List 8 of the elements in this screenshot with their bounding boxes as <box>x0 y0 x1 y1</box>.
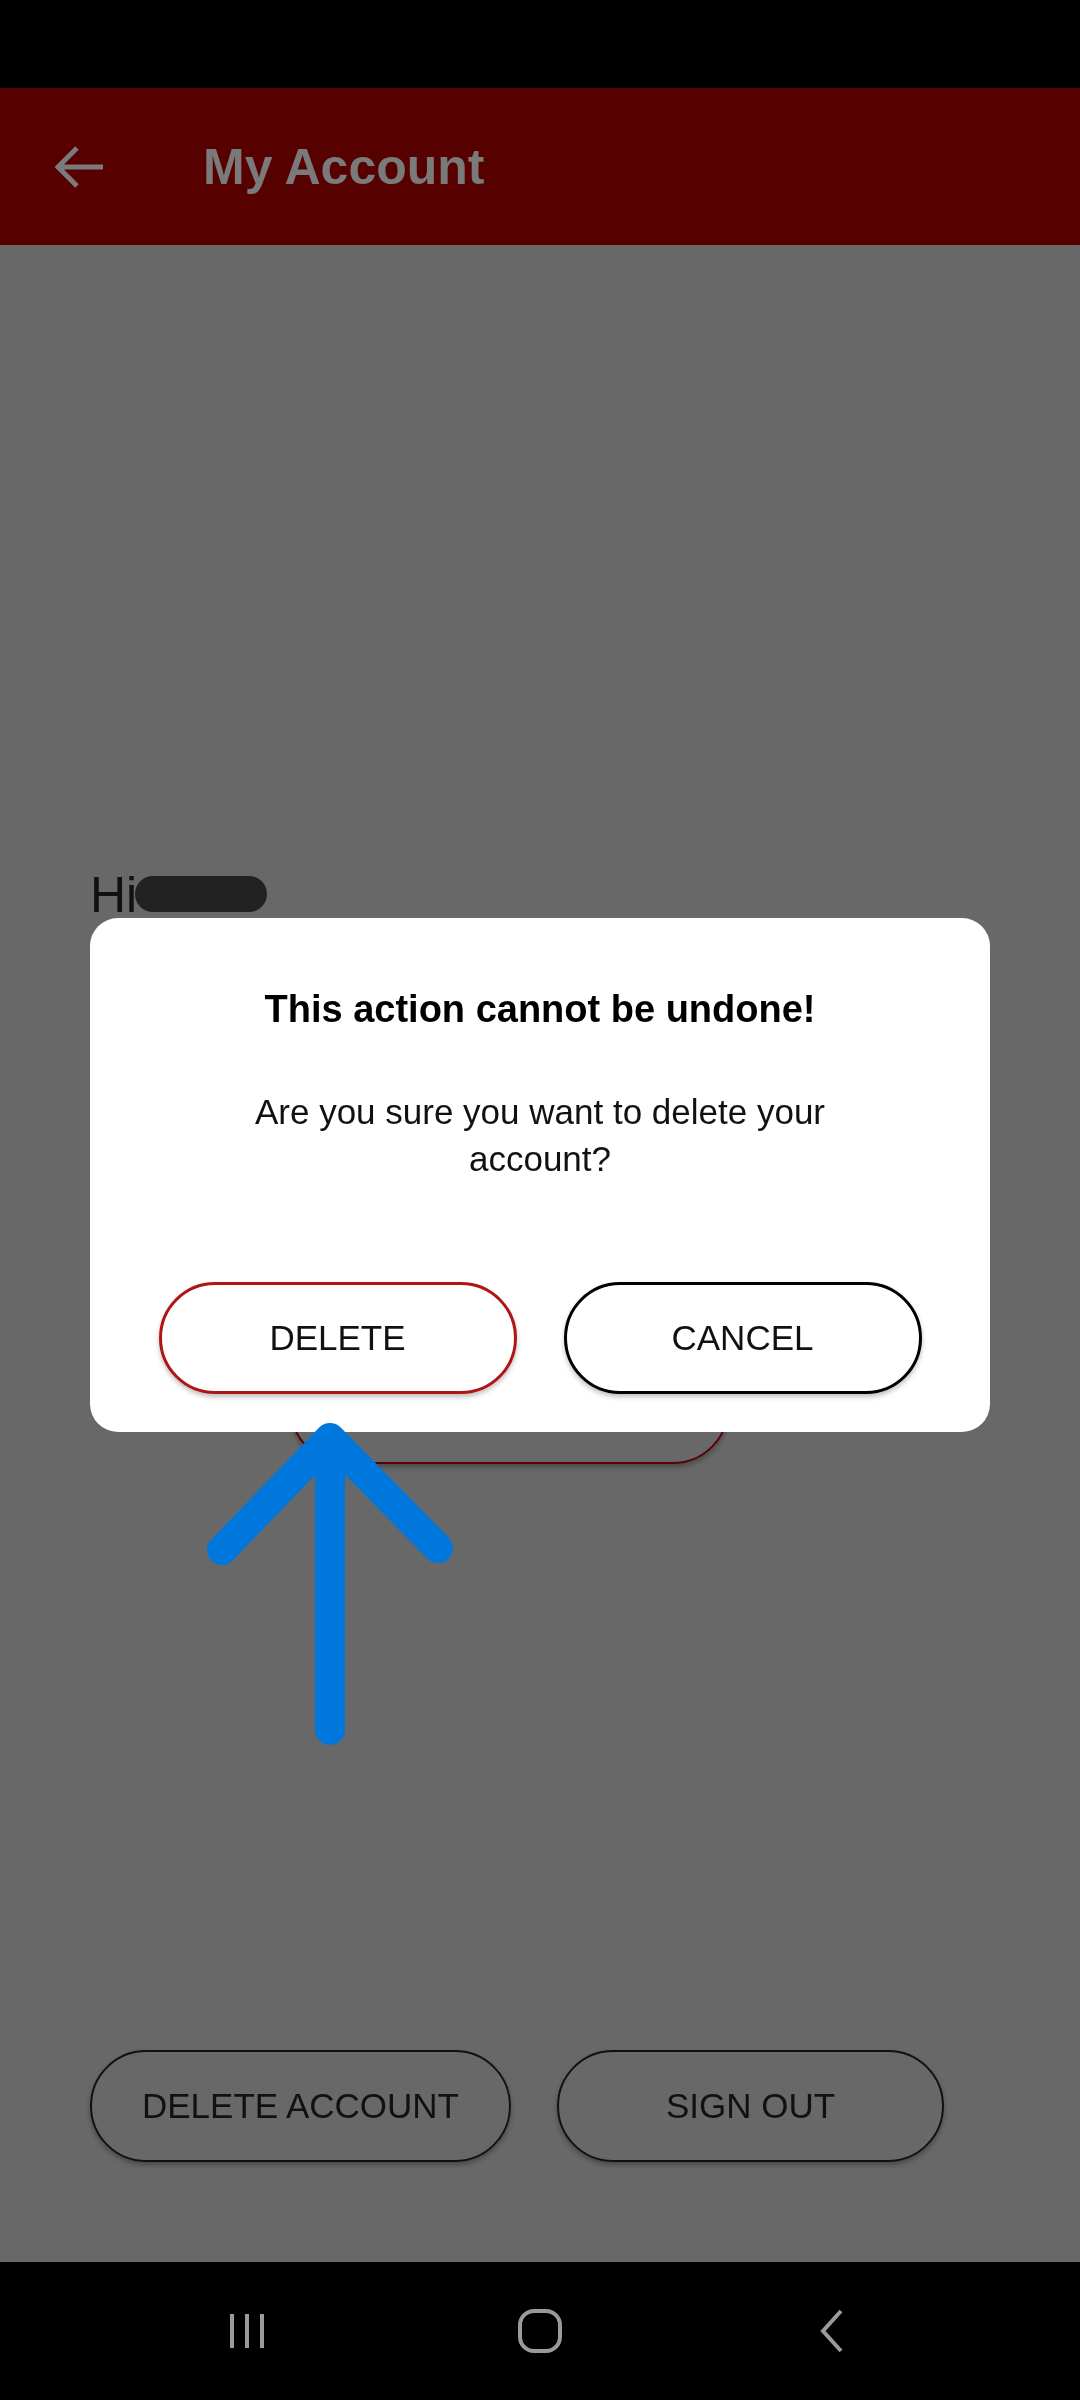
cancel-button[interactable]: CANCEL <box>563 1282 922 1394</box>
home-icon[interactable] <box>515 2306 565 2356</box>
dialog-message: Are you sure you want to delete your account? <box>253 1091 827 1180</box>
screen-title: My Account <box>203 137 485 196</box>
dialog-title: This action cannot be undone! <box>264 988 816 1031</box>
back-icon[interactable] <box>55 144 105 189</box>
greeting-text: Hi <box>90 866 138 924</box>
delete-button[interactable]: DELETE <box>158 1282 517 1394</box>
